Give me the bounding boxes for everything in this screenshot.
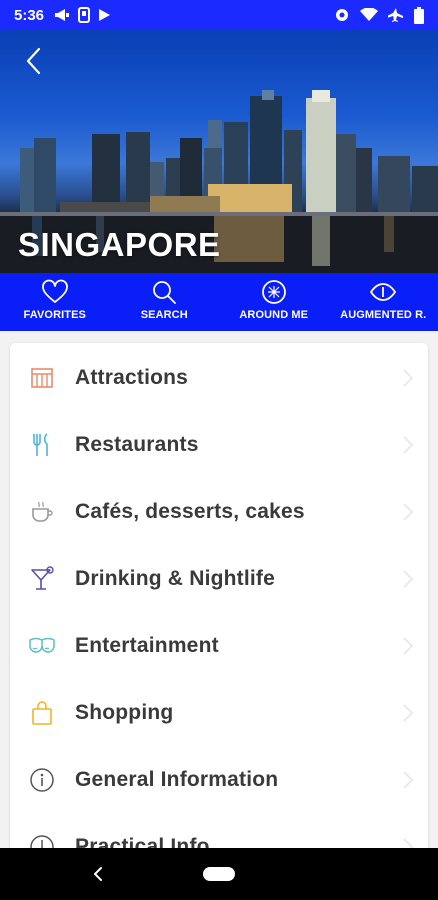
city-title: SINGAPORE — [18, 226, 221, 263]
city-hero-image: SINGAPORE — [0, 30, 438, 273]
chevron-right-icon — [403, 770, 414, 789]
list-item-label: General Information — [75, 767, 279, 791]
phone-icon — [78, 7, 91, 23]
chevron-right-icon — [403, 703, 414, 722]
list-item-label: Shopping — [75, 700, 174, 724]
fork-knife-icon — [28, 431, 56, 459]
nav-around-me-label: AROUND ME — [239, 309, 309, 321]
nav-search[interactable]: SEARCH — [110, 273, 220, 331]
list-item-label: Attractions — [75, 365, 189, 389]
system-home-button[interactable] — [203, 867, 235, 881]
chevron-right-icon — [403, 368, 414, 387]
category-nav-bar: FAVORITES SEARCH AROUND ME AUGMENTED R. — [0, 273, 438, 331]
cocktail-icon — [28, 565, 56, 593]
list-item-attractions[interactable]: Attractions — [10, 344, 428, 411]
list-item-label: Restaurants — [75, 432, 199, 456]
nav-augmented-reality[interactable]: AUGMENTED R. — [329, 273, 438, 331]
nav-favorites[interactable]: FAVORITES — [0, 273, 110, 331]
list-item-label: Drinking & Nightlife — [75, 566, 275, 590]
list-item-general-information[interactable]: General Information — [10, 746, 428, 813]
chevron-right-icon — [403, 569, 414, 588]
status-bar: 5:36 — [0, 0, 438, 30]
airplane-icon — [388, 7, 404, 23]
status-time: 5:36 — [14, 6, 45, 24]
attractions-icon — [28, 364, 56, 392]
system-navigation-bar — [0, 848, 438, 900]
eye-icon — [370, 283, 397, 301]
coffee-cup-icon — [28, 498, 56, 526]
vpn-key-icon — [334, 8, 350, 22]
chevron-left-icon — [94, 867, 102, 881]
list-item-cafes[interactable]: Cafés, desserts, cakes — [10, 478, 428, 545]
chevron-right-icon — [403, 502, 414, 521]
shopping-bag-icon — [28, 699, 56, 727]
info-icon — [28, 766, 56, 794]
nav-around-me[interactable]: AROUND ME — [219, 273, 329, 331]
nav-favorites-label: FAVORITES — [23, 309, 86, 321]
list-item-restaurants[interactable]: Restaurants — [10, 411, 428, 478]
system-back-button[interactable] — [88, 862, 108, 886]
list-item-label: Entertainment — [75, 633, 219, 657]
chevron-right-icon — [403, 435, 414, 454]
chevron-right-icon — [403, 636, 414, 655]
list-item-shopping[interactable]: Shopping — [10, 679, 428, 746]
category-list: Attractions Restaurants Cafés, desserts,… — [10, 343, 428, 863]
wifi-icon — [360, 8, 378, 22]
compass-icon — [261, 280, 286, 304]
theater-masks-icon — [28, 632, 56, 660]
list-item-drinking-nightlife[interactable]: Drinking & Nightlife — [10, 545, 428, 612]
play-store-icon — [98, 8, 111, 22]
megaphone-icon — [54, 8, 70, 22]
nav-augmented-reality-label: AUGMENTED R. — [340, 309, 427, 321]
list-item-entertainment[interactable]: Entertainment — [10, 612, 428, 679]
search-icon — [153, 281, 177, 304]
list-item-label: Cafés, desserts, cakes — [75, 499, 305, 523]
back-button[interactable] — [18, 44, 48, 78]
heart-icon — [41, 279, 68, 303]
chevron-left-icon — [26, 47, 41, 75]
app-screen: 5:36 SINGAPORE FAVORITES SEARCH AROUND M… — [0, 0, 438, 900]
battery-icon — [414, 6, 424, 24]
nav-search-label: SEARCH — [140, 309, 188, 321]
